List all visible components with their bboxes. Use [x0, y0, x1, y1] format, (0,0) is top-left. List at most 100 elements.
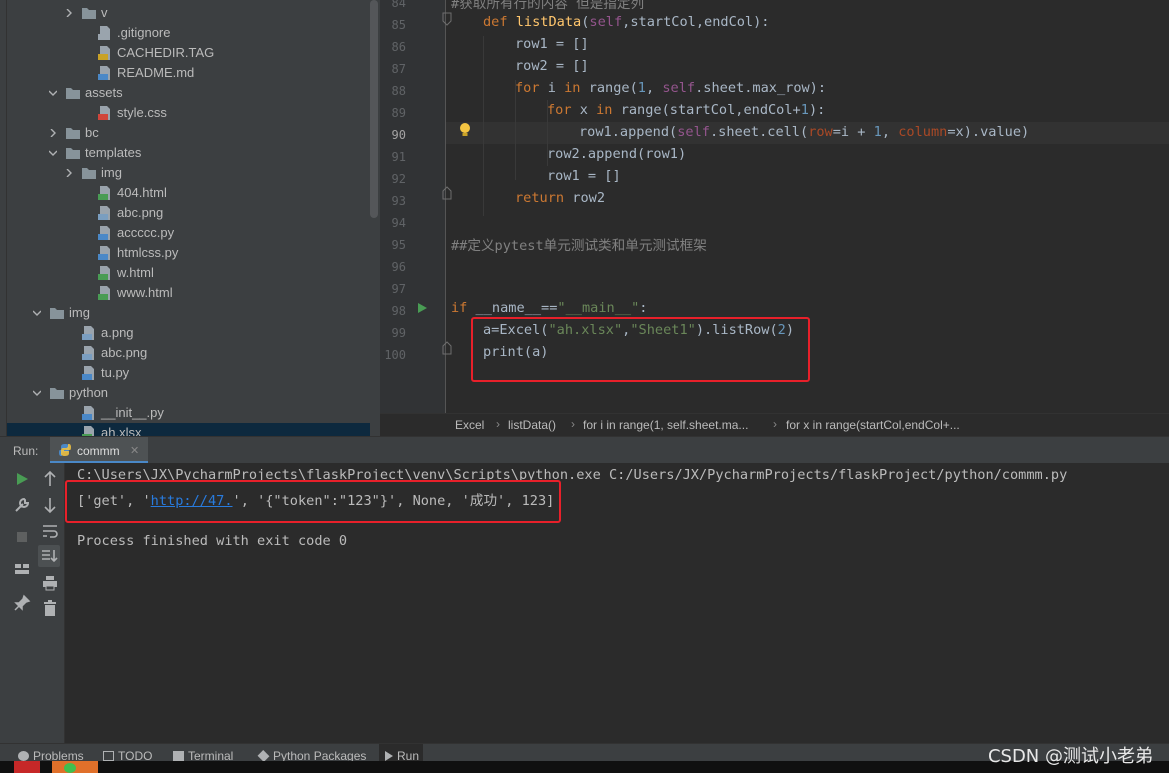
tree-item[interactable]: a.png — [7, 323, 370, 343]
trash-icon[interactable] — [40, 599, 60, 619]
arrow-down-icon[interactable] — [40, 495, 60, 515]
tree-item[interactable]: 404.html — [7, 183, 370, 203]
print-icon[interactable] — [40, 573, 60, 593]
tree-item[interactable]: bc — [7, 123, 370, 143]
fold-end-marker-icon[interactable] — [442, 341, 452, 355]
tree-item[interactable]: htmlcss.py — [7, 243, 370, 263]
breadcrumb-item-for-x[interactable]: for x in range(startCol,endCol+... — [786, 418, 960, 432]
chevron-down-icon[interactable] — [33, 389, 41, 397]
breadcrumb-item-function[interactable]: listData() — [508, 418, 556, 432]
tree-item-label: www.html — [117, 285, 173, 300]
tree-item[interactable]: README.md — [7, 63, 370, 83]
tree-item[interactable]: accccc.py — [7, 223, 370, 243]
run-bottom-label: Run — [397, 749, 420, 761]
lightbulb-icon[interactable] — [458, 122, 472, 138]
run-bottom-tab[interactable]: Run — [379, 744, 424, 761]
breadcrumb-item-for-i[interactable]: for i in range(1, self.sheet.ma... — [583, 418, 748, 432]
code-line[interactable]: return row2 — [515, 190, 605, 212]
csdn-watermark: CSDN @测试小老弟 — [987, 746, 1153, 767]
tree-item[interactable]: v — [7, 3, 370, 23]
tree-item[interactable]: .gitignore — [7, 23, 370, 43]
image-file-icon — [81, 326, 97, 340]
rerun-icon[interactable] — [12, 469, 32, 489]
line-number: 84 — [391, 0, 406, 10]
taskbar-app-icon[interactable] — [64, 763, 76, 773]
code-line[interactable]: row1 = [] — [547, 168, 621, 190]
chevron-right-icon[interactable] — [49, 129, 57, 137]
tree-item[interactable]: CACHEDIR.TAG — [7, 43, 370, 63]
fold-marker-icon[interactable] — [442, 12, 452, 26]
breadcrumb[interactable]: Excel › listData() › for i in range(1, s… — [380, 413, 1169, 436]
soft-wrap-icon[interactable] — [40, 521, 60, 541]
line-number: 90 — [391, 128, 406, 142]
run-console[interactable]: C:\Users\JX\PycharmProjects\flaskProject… — [65, 463, 1169, 743]
chevron-right-icon[interactable] — [65, 169, 73, 177]
run-gutter-icon[interactable] — [416, 302, 428, 314]
tree-item[interactable]: style.css — [7, 103, 370, 123]
tree-item[interactable]: img — [7, 303, 370, 323]
indent-guide — [515, 80, 516, 180]
code-line[interactable]: #获取所有行的内容 但是指定列 — [451, 0, 644, 14]
folder-icon — [81, 166, 97, 180]
layout-icon[interactable] — [12, 559, 32, 579]
code-editor[interactable]: 84 85 86 87 88 89 90 91 92 93 94 95 96 97 98 99 100 #获取所… — [380, 0, 1169, 413]
chevron-down-icon[interactable] — [49, 149, 57, 157]
tree-item[interactable]: abc.png — [7, 343, 370, 363]
code-line[interactable]: row2 = [] — [515, 58, 589, 80]
tree-scrollbar[interactable] — [370, 0, 378, 218]
tree-item[interactable]: __init__.py — [7, 403, 370, 423]
code-line[interactable]: ##定义pytest单元测试类和单元测试框架 — [451, 234, 707, 256]
run-label: Run: — [13, 444, 39, 458]
tree-item-label: 404.html — [117, 185, 167, 200]
highlight-box-output — [65, 480, 561, 523]
tree-item[interactable]: www.html — [7, 283, 370, 303]
html-file-icon — [97, 286, 113, 300]
code-line[interactable]: row1 = [] — [515, 36, 589, 58]
scroll-to-end-icon[interactable] — [38, 545, 60, 567]
tree-item[interactable]: w.html — [7, 263, 370, 283]
stop-icon[interactable] — [12, 527, 32, 547]
breadcrumb-item-class[interactable]: Excel — [455, 418, 484, 432]
tree-item[interactable]: templates — [7, 143, 370, 163]
folder-icon — [65, 146, 81, 160]
terminal-label: Terminal — [188, 749, 234, 761]
markdown-file-icon — [97, 66, 113, 80]
tree-item[interactable]: tu.py — [7, 363, 370, 383]
close-icon[interactable]: ✕ — [130, 444, 139, 457]
chevron-down-icon[interactable] — [49, 89, 57, 97]
python-file-icon — [81, 406, 97, 420]
arrow-up-icon[interactable] — [40, 469, 60, 489]
fold-end-marker-icon[interactable] — [442, 186, 452, 200]
project-tree[interactable]: v .gitignore CACHEDIR.TAG README.md assets st… — [0, 0, 380, 436]
line-number: 96 — [391, 260, 406, 274]
chevron-down-icon[interactable] — [33, 309, 41, 317]
problems-tab[interactable]: Problems — [18, 749, 84, 761]
tree-item[interactable]: abc.png — [7, 203, 370, 223]
code-line[interactable]: for x in range(startCol,endCol+1): — [547, 102, 825, 124]
code-line[interactable]: row1.append(self.sheet.cell(row=i + 1, c… — [579, 124, 1029, 146]
line-number: 85 — [391, 18, 406, 32]
terminal-tab[interactable]: Terminal — [173, 749, 233, 761]
tree-item[interactable]: python — [7, 383, 370, 403]
todo-tab[interactable]: TODO — [103, 749, 152, 761]
code-line[interactable]: row2.append(row1) — [547, 146, 686, 168]
tree-item-label: CACHEDIR.TAG — [117, 45, 215, 60]
tree-item[interactable]: ah.xlsx — [7, 423, 370, 436]
tree-item-label: bc — [85, 125, 99, 140]
python-packages-tab[interactable]: Python Packages — [257, 749, 366, 761]
tree-item-label: accccc.py — [117, 225, 175, 240]
python-icon — [59, 444, 71, 456]
tree-item[interactable]: img — [7, 163, 370, 183]
wrench-icon[interactable] — [12, 495, 32, 515]
pin-icon[interactable] — [12, 593, 32, 613]
line-number: 99 — [391, 326, 406, 340]
chevron-right-icon[interactable] — [65, 9, 73, 17]
line-number: 87 — [391, 62, 406, 76]
tree-item-label: templates — [85, 145, 142, 160]
run-tab-commm[interactable]: commm ✕ — [50, 437, 148, 464]
taskbar-app-icon[interactable] — [14, 761, 40, 773]
code-line[interactable]: for i in range(1, self.sheet.max_row): — [515, 80, 826, 102]
indent-guide — [483, 36, 484, 216]
code-line[interactable]: def listData(self,startCol,endCol): — [483, 14, 770, 36]
tree-item[interactable]: assets — [7, 83, 370, 103]
